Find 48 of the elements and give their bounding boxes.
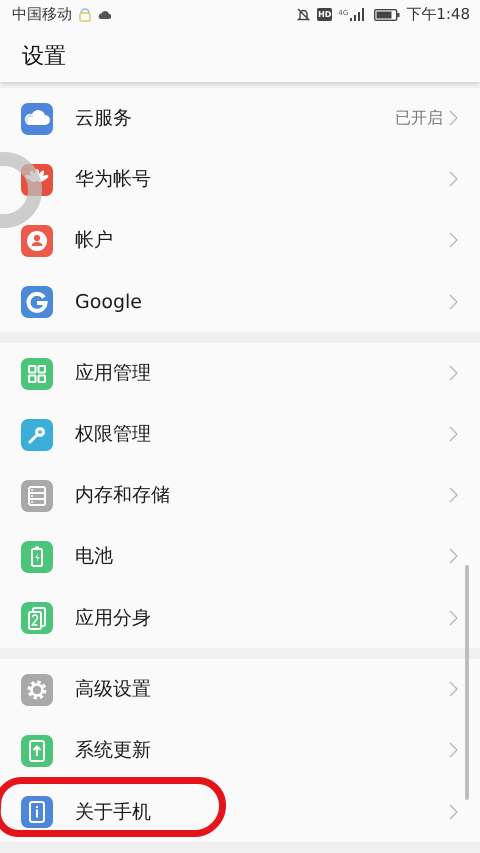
- item-label: 高级设置: [75, 677, 152, 702]
- item-label: 应用分身: [75, 606, 152, 630]
- chevron-icon: [449, 232, 458, 248]
- item-label: 权限管理: [75, 422, 152, 447]
- item-label: 帐户: [75, 228, 114, 253]
- phone-info-icon: [21, 796, 53, 828]
- g-logo-icon: [21, 286, 53, 318]
- chevron-icon: [449, 548, 458, 564]
- item-label: Google: [75, 290, 144, 312]
- item-label: 华为帐号: [75, 167, 152, 192]
- mute-icon: [296, 7, 312, 22]
- item-label: 电池: [75, 544, 114, 569]
- battery-icon: [21, 540, 53, 572]
- chevron-icon: [449, 681, 458, 697]
- chevron-icon: [449, 610, 458, 626]
- gear-icon: [21, 674, 53, 706]
- chevron-icon: [449, 426, 458, 442]
- item-label: 云服务: [75, 106, 133, 131]
- battery-icon: [374, 8, 400, 21]
- cloud-icon: [98, 10, 111, 20]
- phone-update-icon: [21, 734, 53, 766]
- item-status: 已开启: [395, 108, 443, 128]
- item-label: 关于手机: [75, 800, 152, 824]
- key-icon: [21, 418, 53, 450]
- clock-time: 下午1:48: [406, 5, 470, 24]
- chevron-icon: [449, 487, 458, 503]
- settings-item[interactable]: 应用分身: [0, 587, 480, 648]
- chevron-icon: [449, 294, 458, 310]
- chevron-icon: [449, 804, 458, 820]
- clone-icon: [21, 602, 53, 634]
- settings-item[interactable]: 关于手机: [0, 781, 480, 842]
- chevron-icon: [449, 742, 458, 758]
- chevron-icon: [449, 171, 458, 187]
- chevron-icon: [449, 365, 458, 381]
- item-label: 内存和存储: [75, 483, 171, 508]
- item-label: 应用管理: [75, 361, 152, 386]
- signal-icon: [350, 8, 364, 22]
- bag-icon: [78, 7, 92, 22]
- chevron-icon: [449, 110, 458, 126]
- person-icon: [21, 224, 53, 256]
- grid-icon: [21, 358, 53, 390]
- hd-badge: HD: [317, 8, 332, 22]
- cloud-icon: [21, 102, 53, 134]
- page-title: 设置: [22, 42, 66, 71]
- settings-item[interactable]: Google: [0, 271, 480, 332]
- item-label: 系统更新: [75, 738, 152, 763]
- carrier-name: 中国移动: [12, 5, 72, 24]
- storage-icon: [21, 480, 53, 512]
